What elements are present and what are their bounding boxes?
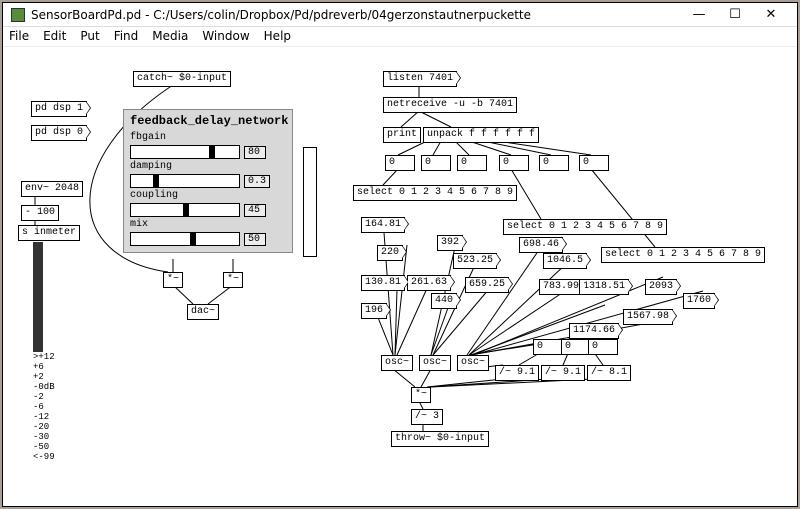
msg-freq-q[interactable]: 1174.66 [569,323,619,339]
damping-label: damping [130,161,286,172]
vu-label: <-99 [33,452,55,462]
mix-slider[interactable] [130,232,240,246]
vu-label: -50 [33,442,55,452]
fbgain-label: fbgain [130,132,286,143]
app-window: SensorBoardPd.pd - C:/Users/colin/Dropbo… [2,2,798,507]
vu-label: +2 [33,372,55,382]
coupling-label: coupling [130,190,286,201]
vu-label: -20 [33,422,55,432]
fbgain-value[interactable]: 80 [244,146,266,159]
msg-freq-c[interactable]: 130.81 [361,275,405,291]
obj-mult-left[interactable]: *~ [163,272,183,288]
obj-select-2[interactable]: select 0 1 2 3 4 5 6 7 8 9 [503,219,667,235]
obj-throw[interactable]: throw~ $0-input [391,431,489,447]
msg-freq-a[interactable]: 164.81 [361,217,405,233]
msg-freq-e[interactable]: 196 [361,303,387,319]
menu-find[interactable]: Find [114,29,139,44]
obj-catch[interactable]: catch~ $0-input [133,71,231,87]
num-unpack-0[interactable]: 0 [385,155,415,171]
obj-unpack[interactable]: unpack f f f f f f [423,127,539,143]
graph-array[interactable] [303,147,317,257]
obj-select-3[interactable]: select 0 1 2 3 4 5 6 7 8 9 [601,247,765,263]
msg-freq-b[interactable]: 220 [377,245,403,261]
msg-freq-h[interactable]: 440 [431,293,457,309]
vu-label: -12 [33,412,55,422]
num-unpack-1[interactable]: 0 [421,155,451,171]
msg-freq-k[interactable]: 1046.5 [543,253,587,269]
num-unpack-5[interactable]: 0 [579,155,609,171]
menu-edit[interactable]: Edit [43,29,66,44]
obj-select-1[interactable]: select 0 1 2 3 4 5 6 7 8 9 [353,185,517,201]
msg-freq-f[interactable]: 392 [437,235,463,251]
obj-div-1[interactable]: /~ 9.1 [495,365,539,381]
patch-canvas[interactable]: pd dsp 1 pd dsp 0 env~ 2048 - 100 s inme… [3,47,797,506]
fbgain-slider[interactable] [130,145,240,159]
obj-minus-100[interactable]: - 100 [21,205,59,221]
obj-div-3-final[interactable]: /~ 3 [411,409,443,425]
coupling-slider[interactable] [130,203,240,217]
coupling-value[interactable]: 45 [244,204,266,217]
vu-label: >+12 [33,352,55,362]
msg-freq-p[interactable]: 1567.98 [623,309,673,325]
obj-div-3[interactable]: /~ 8.1 [587,365,631,381]
vu-meter: >+12 +6 +2 -0dB -2 -6 -12 -20 -30 -50 <-… [33,242,63,462]
num-zero-2[interactable]: 0 [561,339,591,355]
menu-window[interactable]: Window [202,29,249,44]
subpatch-fdn[interactable]: feedback_delay_network fbgain 80 damping… [123,109,293,253]
num-unpack-2[interactable]: 0 [457,155,487,171]
num-zero-1[interactable]: 0 [533,339,563,355]
obj-netreceive[interactable]: netreceive -u -b 7401 [383,97,517,113]
obj-print[interactable]: print [383,127,421,143]
obj-mult-sum[interactable]: *~ [411,387,431,403]
vu-label: -0dB [33,382,55,392]
msg-pd-dsp-1[interactable]: pd dsp 1 [31,101,87,117]
pd-app-icon [11,8,25,22]
menu-media[interactable]: Media [152,29,188,44]
menu-help[interactable]: Help [264,29,291,44]
msg-pd-dsp-0[interactable]: pd dsp 0 [31,125,87,141]
obj-osc-1[interactable]: osc~ [381,355,413,371]
vu-label: +6 [33,362,55,372]
vu-label: -2 [33,392,55,402]
menubar: File Edit Put Find Media Window Help [3,27,797,47]
close-button[interactable]: ✕ [753,4,789,26]
msg-freq-o[interactable]: 1760 [683,293,715,309]
msg-freq-j[interactable]: 698.46 [519,237,563,253]
msg-listen[interactable]: listen 7401 [383,71,457,87]
obj-dac[interactable]: dac~ [187,304,219,320]
damping-slider[interactable] [130,174,240,188]
damping-value[interactable]: 0.3 [244,175,270,188]
obj-osc-3[interactable]: osc~ [457,355,489,371]
mix-label: mix [130,219,286,230]
titlebar[interactable]: SensorBoardPd.pd - C:/Users/colin/Dropbo… [3,3,797,27]
maximize-button[interactable]: ☐ [717,4,753,26]
obj-mult-right[interactable]: *~ [223,272,243,288]
menu-put[interactable]: Put [80,29,99,44]
vu-label: -6 [33,402,55,412]
obj-div-2[interactable]: /~ 9.1 [541,365,585,381]
obj-s-inmeter[interactable]: s inmeter [18,225,80,241]
num-unpack-4[interactable]: 0 [539,155,569,171]
num-unpack-3[interactable]: 0 [499,155,529,171]
msg-freq-m[interactable]: 1318.51 [579,279,629,295]
window-title: SensorBoardPd.pd - C:/Users/colin/Dropbo… [31,8,681,22]
msg-freq-i[interactable]: 659.25 [465,277,509,293]
mix-value[interactable]: 50 [244,233,266,246]
num-zero-3[interactable]: 0 [588,339,618,355]
msg-freq-g[interactable]: 523.25 [453,253,497,269]
obj-env[interactable]: env~ 2048 [21,181,83,197]
fdn-title: feedback_delay_network [130,114,286,128]
msg-freq-d[interactable]: 261.63 [407,275,451,291]
menu-file[interactable]: File [9,29,29,44]
vu-label: -30 [33,432,55,442]
minimize-button[interactable]: — [681,4,717,26]
obj-osc-2[interactable]: osc~ [419,355,451,371]
msg-freq-n[interactable]: 2093 [645,279,677,295]
msg-freq-l[interactable]: 783.99 [539,279,583,295]
